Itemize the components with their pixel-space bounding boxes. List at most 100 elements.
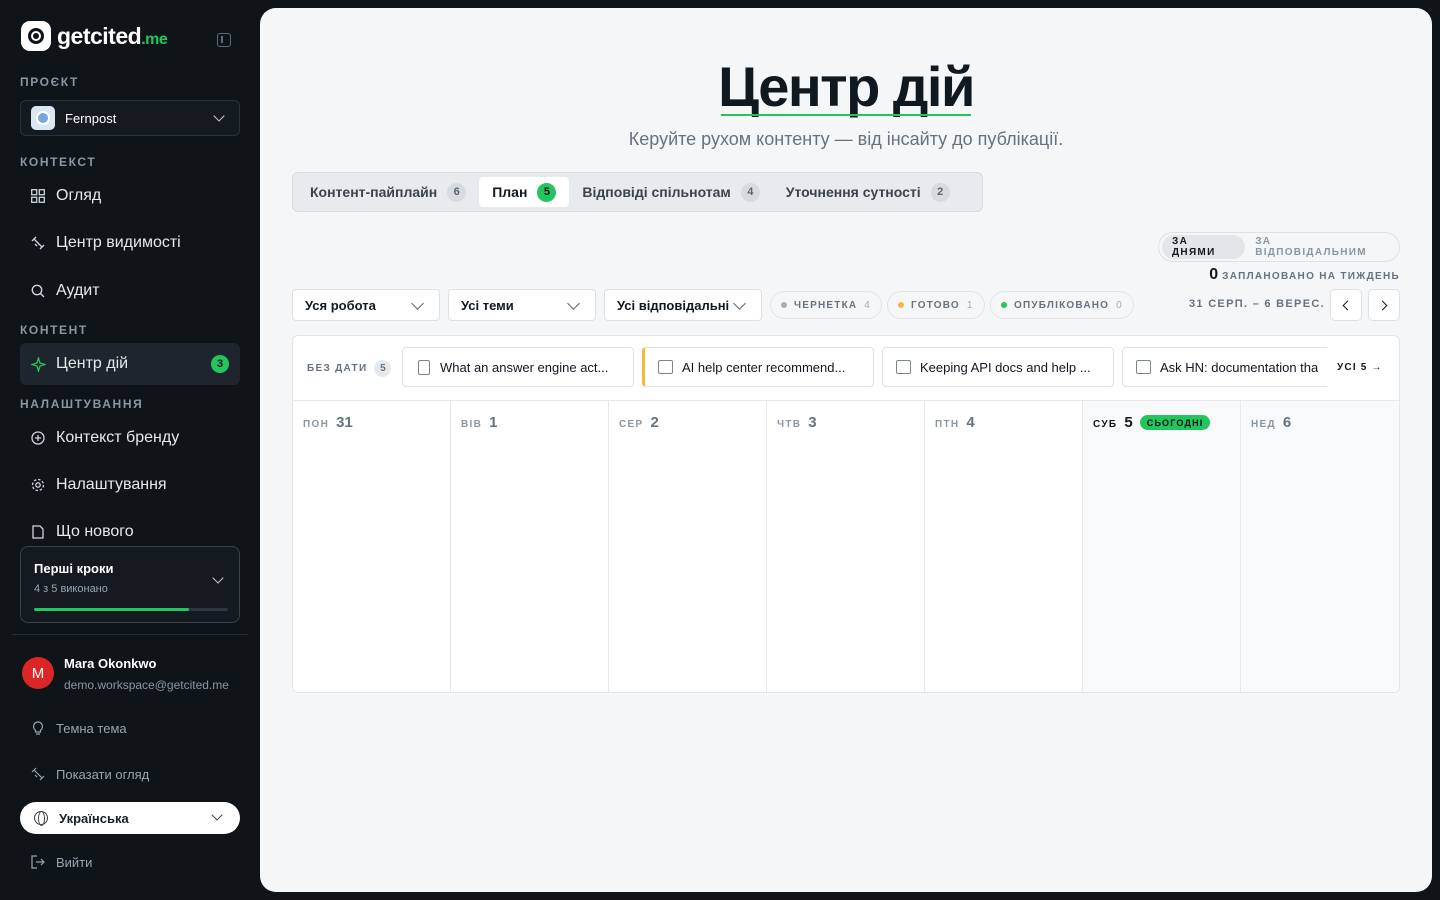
sidebar: getcited.me ПРОЄКТ Fernpost КОНТЕКСТ Огл…	[0, 0, 260, 900]
day-number: 5	[1124, 414, 1133, 431]
logo-icon	[21, 21, 51, 51]
plus-circle-icon	[30, 430, 46, 446]
undated-label: БЕЗ ДАТИ 5	[307, 360, 392, 377]
language-value: Українська	[59, 810, 129, 826]
satellite-icon	[30, 766, 46, 782]
chevron-down-icon	[213, 110, 225, 122]
day-column[interactable]: НЕД 6	[1241, 401, 1399, 692]
view-toggle: ЗА ДНЯМИ ЗА ВІДПОВІДАЛЬНИМ	[1158, 232, 1400, 262]
sidebar-item-action-center[interactable]: Центр дій 3	[20, 343, 240, 385]
comment-icon	[658, 360, 673, 374]
tab-bar: Контент-пайплайн 6 План 5 Відповіді спільн…	[292, 172, 983, 212]
grid-icon	[30, 188, 46, 204]
show-all-undated-link[interactable]: УСІ 5 →	[1337, 362, 1383, 373]
day-number: 2	[650, 414, 659, 431]
sidebar-item-label: Огляд	[56, 187, 102, 204]
topic-filter-select[interactable]: Усі теми	[448, 289, 596, 321]
globe-icon	[34, 811, 48, 826]
avatar[interactable]: M	[22, 657, 54, 689]
main-panel: Центр дій Керуйте рухом контенту — від і…	[260, 8, 1432, 892]
theme-toggle[interactable]: Темна тема	[30, 720, 127, 736]
day-column[interactable]: ПОН 31	[293, 401, 451, 692]
tab-community-replies[interactable]: Відповіді спільнотам 4	[569, 177, 772, 207]
day-column[interactable]: ЧТВ 3	[767, 401, 925, 692]
day-number: 3	[808, 414, 817, 431]
section-label-content: КОНТЕНТ	[20, 323, 88, 337]
comment-icon	[896, 360, 911, 374]
undated-card[interactable]: AI help center recommend...	[642, 347, 874, 387]
status-chip-published[interactable]: ОПУБЛІКОВАНО 0	[990, 291, 1134, 319]
sparkle-icon	[30, 356, 46, 372]
lightbulb-icon	[30, 720, 46, 736]
sidebar-item-overview[interactable]: Огляд	[20, 175, 240, 217]
sidebar-item-visibility[interactable]: Центр видимості	[20, 222, 240, 264]
sidebar-item-label: Центр видимості	[56, 234, 181, 251]
status-chip-ready[interactable]: ГОТОВО 1	[887, 291, 985, 319]
steps-progress-fill	[34, 608, 190, 611]
day-column[interactable]: СЕР 2	[609, 401, 767, 692]
next-week-button[interactable]	[1368, 289, 1400, 321]
undated-cards: What an answer engine act... AI help cen…	[402, 347, 1327, 387]
undated-row: БЕЗ ДАТИ 5 What an answer engine act... A…	[293, 336, 1399, 401]
sidebar-item-label: Центр дій	[56, 355, 129, 372]
day-name: ПОН	[303, 419, 330, 430]
status-chip-draft[interactable]: ЧЕРНЕТКА 4	[770, 291, 883, 319]
tab-content-pipeline[interactable]: Контент-пайплайн 6	[297, 177, 479, 207]
tour-label: Показати огляд	[56, 766, 150, 782]
collapse-sidebar-icon[interactable]	[217, 33, 231, 47]
work-filter-select[interactable]: Уся робота	[292, 289, 440, 321]
getting-started-card[interactable]: Перші кроки 4 з 5 виконано	[20, 546, 240, 623]
day-number: 1	[489, 414, 498, 431]
logout-icon	[30, 854, 46, 870]
chevron-down-icon	[211, 809, 223, 821]
steps-subtitle: 4 з 5 виконано	[34, 583, 108, 595]
tab-entity-refinement[interactable]: Уточнення сутності 2	[773, 177, 963, 207]
title-underline	[721, 114, 971, 116]
user-name: Mara Okonkwo	[64, 656, 157, 671]
undated-card[interactable]: What an answer engine act...	[402, 347, 634, 387]
sidebar-scroll-clip: Що нового	[20, 511, 240, 539]
language-select[interactable]: Українська	[20, 802, 240, 834]
owner-filter-select[interactable]: Усі відповідальні	[604, 289, 762, 321]
day-column-today[interactable]: СУБ 5 СЬОГОДНІ	[1083, 401, 1241, 692]
week-calendar: БЕЗ ДАТИ 5 What an answer engine act... A…	[292, 335, 1400, 693]
sidebar-item-label: Що нового	[56, 523, 134, 539]
project-select[interactable]: Fernpost	[20, 100, 240, 136]
undated-card[interactable]: Keeping API docs and help ...	[882, 347, 1114, 387]
day-number: 4	[966, 414, 975, 431]
project-name: Fernpost	[65, 110, 117, 126]
prev-week-button[interactable]	[1330, 289, 1362, 321]
planned-count: 0 ЗАПЛАНОВАНО НА ТИЖДЕНЬ	[1209, 266, 1400, 283]
count-badge: 3	[211, 355, 229, 373]
project-avatar-icon	[31, 106, 55, 130]
status-dot	[898, 302, 904, 308]
day-column[interactable]: ПТН 4	[925, 401, 1083, 692]
status-dot	[781, 302, 787, 308]
logo[interactable]: getcited.me	[21, 21, 168, 51]
undated-card[interactable]: Ask HN: documentation tha	[1122, 347, 1327, 387]
day-column[interactable]: ВІВ 1	[451, 401, 609, 692]
logo-text: getcited.me	[57, 22, 168, 49]
sidebar-item-whats-new[interactable]: Що нового	[20, 511, 240, 539]
page-subtitle: Керуйте рухом контенту — від інсайту до …	[628, 129, 1064, 149]
sidebar-item-settings[interactable]: Налаштування	[20, 464, 240, 506]
comment-icon	[1136, 360, 1151, 374]
steps-title: Перші кроки	[34, 561, 114, 576]
today-badge: СЬОГОДНІ	[1139, 415, 1211, 430]
sidebar-item-brand-context[interactable]: Контекст бренду	[20, 417, 240, 459]
tab-plan[interactable]: План 5	[479, 177, 570, 207]
chevron-down-icon	[411, 297, 424, 310]
steps-progress-bar	[34, 608, 228, 611]
day-name: ПТН	[935, 419, 960, 430]
sidebar-item-audit[interactable]: Аудит	[20, 270, 240, 312]
week-range: 31 СЕРП. – 6 ВЕРЕС.	[1189, 298, 1325, 310]
chevron-down-icon	[567, 297, 580, 310]
view-by-owner-button[interactable]: ЗА ВІДПОВІДАЛЬНИМ	[1245, 235, 1396, 259]
show-tour-button[interactable]: Показати огляд	[30, 766, 149, 782]
tab-count: 6	[447, 182, 467, 202]
logout-button[interactable]: Вийти	[30, 854, 92, 870]
day-name: СЕР	[619, 419, 644, 430]
status-dot	[1001, 302, 1007, 308]
view-by-day-button[interactable]: ЗА ДНЯМИ	[1162, 235, 1246, 259]
divider	[12, 634, 248, 635]
